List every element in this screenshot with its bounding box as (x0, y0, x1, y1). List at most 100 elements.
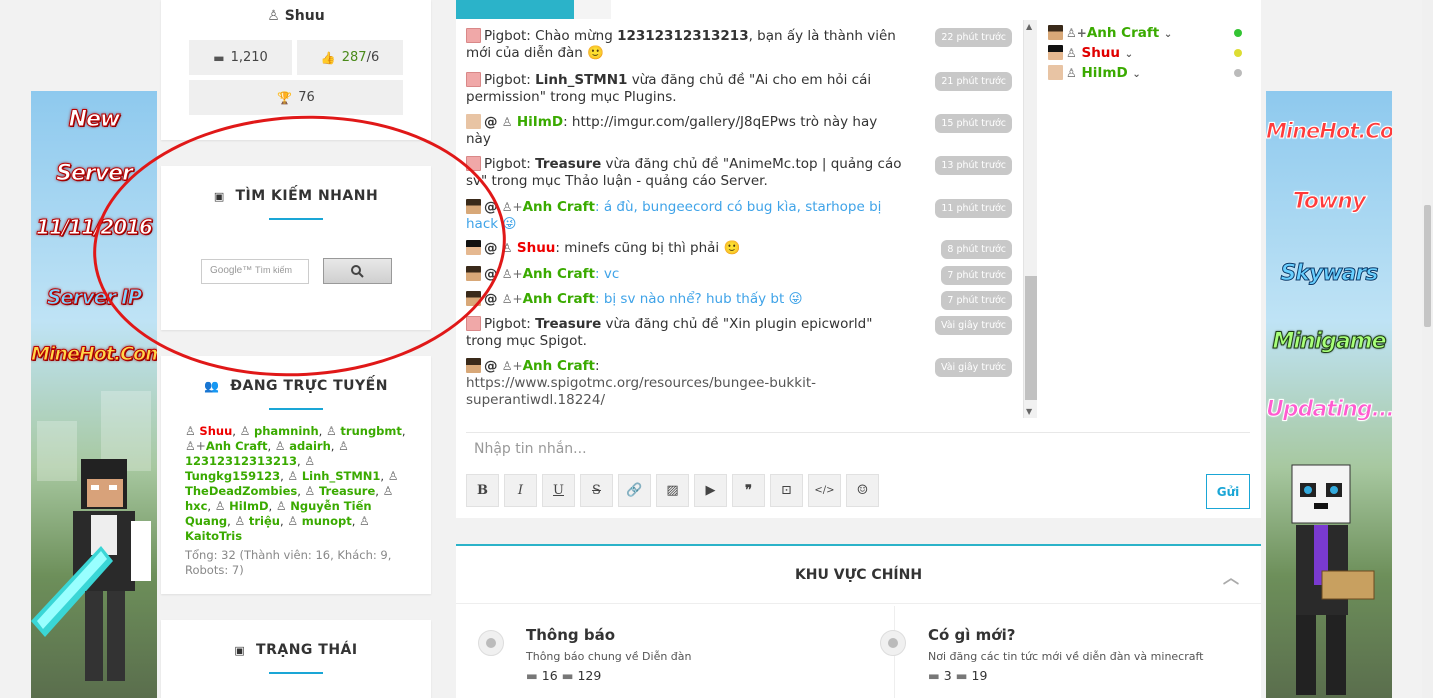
trophies-stat[interactable]: 🏆 76 (189, 80, 403, 115)
code-button[interactable]: </> (808, 474, 841, 507)
italic-button[interactable]: I (504, 474, 537, 507)
play-square-icon: ▣ (213, 190, 225, 203)
quick-search-title: ▣ TÌM KIẾM NHANH (213, 188, 379, 204)
page-scrollbar[interactable] (1422, 0, 1433, 698)
chat-user[interactable]: ♙+Anh Craft ⌄ (1048, 25, 1252, 45)
online-user[interactable]: Tungkg159123 (185, 469, 280, 483)
chat-message: @ ♙+Anh Craft: á đù, bungeecord có bug k… (466, 199, 1012, 233)
online-users-card: 👥 ĐANG TRỰC TUYẾN ♙ Shuu, ♙ phamninh, ♙ … (161, 356, 431, 594)
users-icon: 👥 (204, 379, 220, 393)
avatar[interactable] (466, 291, 481, 306)
bold-button[interactable]: B (466, 474, 499, 507)
online-user[interactable]: Treasure (319, 484, 375, 498)
chat-message: Pigbot: Treasure vừa đăng chủ đề "AnimeM… (466, 156, 1012, 190)
message-time: 13 phút trước (935, 156, 1012, 175)
page-scroll-thumb[interactable] (1424, 205, 1431, 327)
threads-icon: ▬ (928, 668, 940, 683)
thumbs-up-icon: 👍 (320, 50, 336, 65)
media-icon: ▶ (705, 483, 716, 498)
forum-node-stats: ▬ 3 ▬ 19 (928, 668, 988, 683)
image-icon: ▨ (666, 483, 679, 498)
online-user[interactable]: TheDeadZombies (185, 484, 297, 498)
online-user[interactable]: Anh Craft (206, 439, 268, 453)
comment-icon: ▬ (213, 50, 225, 65)
online-user[interactable]: triệu (249, 514, 280, 528)
forum-node-title[interactable]: Thông báo (526, 626, 615, 644)
chat-scrollbar[interactable]: ▲ ▼ (1023, 20, 1037, 418)
online-user[interactable]: Shuu (199, 424, 232, 438)
scroll-thumb[interactable] (1025, 276, 1037, 400)
message-time: 7 phút trước (941, 291, 1012, 310)
chat-message: @ ♙+Anh Craft: vc 7 phút trước (466, 266, 1012, 285)
avatar[interactable] (466, 358, 481, 373)
avatar[interactable] (466, 114, 481, 129)
chat-user[interactable]: ♙ Shuu ⌄ (1048, 45, 1252, 65)
banner-line: MineHot.Com (1266, 119, 1392, 144)
scroll-up-icon[interactable]: ▲ (1026, 22, 1032, 31)
chevron-down-icon[interactable]: ⌄ (1132, 69, 1140, 80)
forum-node-desc: Thông báo chung về Diễn đàn (526, 650, 692, 663)
online-user[interactable]: 12312312313213 (185, 454, 297, 468)
avatar[interactable] (466, 156, 481, 171)
forum-status-icon (880, 630, 906, 656)
banner-line: Server (56, 161, 134, 187)
avatar[interactable] (466, 72, 481, 87)
google-search-input[interactable]: Google™ Tìm kiếm (201, 259, 309, 284)
chat-message: @ ♙ Shuu: minefs cũng bị thì phải 🙂 8 ph… (466, 240, 1012, 259)
strike-button[interactable]: S (580, 474, 613, 507)
chevron-down-icon[interactable]: ⌄ (1164, 29, 1172, 40)
left-ad-banner[interactable]: New Server 11/11/2016 Server IP MineHot.… (31, 91, 157, 698)
online-user[interactable]: adairh (289, 439, 331, 453)
chat-user[interactable]: ♙ HiImD ⌄ (1048, 65, 1252, 85)
banner-line: Server IP (46, 285, 142, 310)
posts-icon: ▬ (561, 668, 574, 683)
chat-tab[interactable] (456, 0, 611, 19)
online-user[interactable]: munopt (302, 514, 352, 528)
image-button[interactable]: ▨ (656, 474, 689, 507)
forum-node-desc: Nơi đăng các tin tức mới về diễn đàn và … (928, 650, 1204, 663)
status-card: ▣ TRẠNG THÁI (161, 620, 431, 698)
chevron-down-icon[interactable]: ⌄ (1125, 49, 1133, 60)
chat-message: Pigbot: Linh_STMN1 vừa đăng chủ đề "Ai c… (466, 72, 1012, 106)
right-ad-banner[interactable]: MineHot.Com Towny Skywars Minigame Updat… (1266, 91, 1392, 698)
minecraft-character-image (31, 459, 151, 681)
chat-message: Pigbot: Treasure vừa đăng chủ đề "Xin pl… (466, 316, 1012, 350)
search-button[interactable] (323, 258, 392, 284)
media-button[interactable]: ▶ (694, 474, 727, 507)
underline-button[interactable]: U (542, 474, 575, 507)
title-underline (269, 672, 323, 674)
spoiler-button[interactable]: ⊡ (770, 474, 803, 507)
forum-node-title[interactable]: Có gì mới? (928, 626, 1015, 644)
smiley-button[interactable]: ☺ (846, 474, 879, 507)
status-title: ▣ TRẠNG THÁI (234, 642, 358, 658)
chevron-up-icon[interactable]: ︿ (1223, 564, 1239, 588)
code-icon: </> (814, 485, 835, 496)
banner-line: Skywars (1280, 261, 1379, 287)
online-users-list: ♙ Shuu, ♙ phamninh, ♙ trungbmt, ♙+Anh Cr… (185, 424, 406, 577)
scroll-down-icon[interactable]: ▼ (1026, 407, 1032, 416)
avatar[interactable] (466, 240, 481, 255)
quote-button[interactable]: ❞ (732, 474, 765, 507)
link-button[interactable]: 🔗 (618, 474, 651, 507)
panda-character-image (1291, 464, 1375, 695)
avatar[interactable] (466, 199, 481, 214)
online-user[interactable]: HiImD (229, 499, 268, 513)
section-header[interactable]: KHU VỰC CHÍNH ︿ (456, 546, 1261, 604)
online-user[interactable]: trungbmt (340, 424, 402, 438)
chat-message-input[interactable]: Nhập tin nhắn... (466, 432, 1250, 465)
profile-username[interactable]: ♙ Shuu (161, 8, 431, 24)
banner-line: Minigame (1272, 329, 1387, 355)
message-time: 11 phút trước (935, 199, 1012, 218)
message-time: 22 phút trước (935, 28, 1012, 47)
online-user[interactable]: hxc (185, 499, 207, 513)
online-user[interactable]: Linh_STMN1 (302, 469, 381, 483)
likes-stat[interactable]: 👍 287/6 (297, 40, 403, 75)
avatar[interactable] (466, 266, 481, 281)
send-button[interactable]: Gửi (1206, 474, 1250, 509)
online-user[interactable]: phamninh (254, 424, 319, 438)
avatar[interactable] (466, 316, 481, 331)
online-user[interactable]: KaitoTris (185, 529, 242, 543)
chat-toolbar: B I U S 🔗 ▨ ▶ ❞ ⊡ </> ☺ (466, 474, 879, 507)
avatar[interactable] (466, 28, 481, 43)
messages-stat[interactable]: ▬ 1,210 (189, 40, 292, 75)
